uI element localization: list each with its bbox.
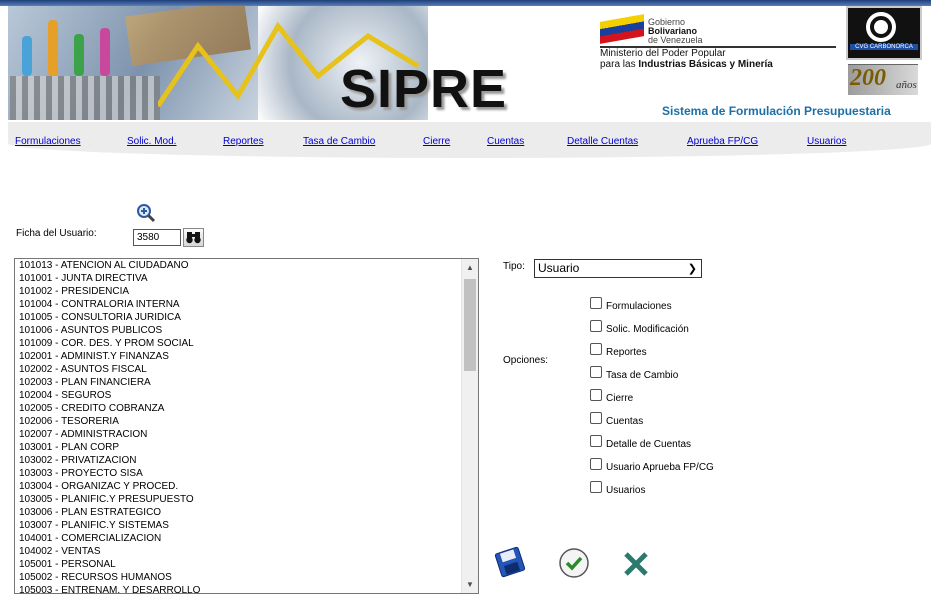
- binoculars-icon: [186, 232, 201, 244]
- list-item[interactable]: 102005 - CREDITO COBRANZA: [15, 402, 478, 415]
- option-checkbox[interactable]: [590, 389, 602, 401]
- zoom-in-icon[interactable]: [136, 203, 156, 223]
- nav-tasa-de-cambio[interactable]: Tasa de Cambio: [303, 136, 375, 147]
- list-item[interactable]: 105002 - RECURSOS HUMANOS: [15, 571, 478, 584]
- option-checkbox[interactable]: [590, 481, 602, 493]
- list-item[interactable]: 105003 - ENTRENAM. Y DESARROLLO: [15, 584, 478, 593]
- anniversary-logo: 200 años: [848, 64, 918, 95]
- list-item[interactable]: 103005 - PLANIFIC.Y PRESUPUESTO: [15, 493, 478, 506]
- list-item[interactable]: 101002 - PRESIDENCIA: [15, 285, 478, 298]
- scroll-up-icon[interactable]: ▲: [466, 263, 474, 272]
- option-checkbox[interactable]: [590, 412, 602, 424]
- app-logo-title: SIPRE: [340, 59, 508, 119]
- list-item[interactable]: 105001 - PERSONAL: [15, 558, 478, 571]
- list-item[interactable]: 102002 - ASUNTOS FISCAL: [15, 363, 478, 376]
- list-item[interactable]: 103003 - PROYECTO SISA: [15, 467, 478, 480]
- coins-image: [10, 76, 160, 120]
- chevron-down-icon: ❯: [687, 263, 697, 275]
- nav-usuarios[interactable]: Usuarios: [807, 136, 846, 147]
- option-label: Solic. Modificación: [606, 324, 689, 335]
- list-item[interactable]: 103006 - PLAN ESTRATEGICO: [15, 506, 478, 519]
- option-label: Cuentas: [606, 416, 644, 427]
- ministry-line-1: Ministerio del Poder Popular: [600, 48, 726, 59]
- nav-cuentas[interactable]: Cuentas: [487, 136, 524, 147]
- nav-solic-mod[interactable]: Solic. Mod.: [127, 136, 176, 147]
- list-item[interactable]: 102001 - ADMINIST.Y FINANZAS: [15, 350, 478, 363]
- nav-formulaciones[interactable]: Formulaciones: [15, 136, 81, 147]
- nav-cierre[interactable]: Cierre: [423, 136, 450, 147]
- units-list: 101013 - ATENCION AL CIUDADANO 101001 - J…: [15, 259, 478, 593]
- option-label: Usuarios: [606, 485, 646, 496]
- anniversary-word: años: [896, 79, 917, 91]
- list-item[interactable]: 101005 - CONSULTORIA JURIDICA: [15, 311, 478, 324]
- venezuela-flag-icon: [600, 14, 644, 44]
- option-checkbox[interactable]: [590, 366, 602, 378]
- cvg-logo-dot-icon: [874, 20, 888, 34]
- anniversary-number: 200: [850, 65, 886, 91]
- gov-line-3: de Venezuela: [648, 35, 703, 45]
- cvg-logo-text: CVG CARBONORCA: [850, 44, 918, 50]
- option-checkbox[interactable]: [590, 458, 602, 470]
- search-button[interactable]: [183, 228, 204, 247]
- option-label: Usuario Aprueba FP/CG: [606, 462, 714, 473]
- list-item[interactable]: 103001 - PLAN CORP: [15, 441, 478, 454]
- list-item[interactable]: 102006 - TESORERIA: [15, 415, 478, 428]
- chart-bar-image: [48, 20, 58, 76]
- ministry-line-2-bold: Industrias Básicas y Minería: [638, 59, 773, 70]
- nav-aprueba-fp-cg[interactable]: Aprueba FP/CG: [687, 136, 758, 147]
- option-checkbox[interactable]: [590, 343, 602, 355]
- nav-reportes[interactable]: Reportes: [223, 136, 264, 147]
- ministry-line-2-prefix: para las: [600, 59, 639, 70]
- tipo-selected-value: Usuario: [538, 261, 580, 275]
- ficha-label: Ficha del Usuario:: [16, 228, 97, 239]
- option-label: Formulaciones: [606, 301, 672, 312]
- list-item[interactable]: 103002 - PRIVATIZACION: [15, 454, 478, 467]
- option-label: Tasa de Cambio: [606, 370, 679, 381]
- list-item[interactable]: 104002 - VENTAS: [15, 545, 478, 558]
- chart-bar-image: [22, 36, 32, 76]
- floppy-disk-icon[interactable]: [494, 546, 526, 578]
- tipo-label: Tipo:: [503, 261, 525, 272]
- cancel-x-icon[interactable]: [620, 548, 652, 580]
- list-item[interactable]: 101004 - CONTRALORIA INTERNA: [15, 298, 478, 311]
- ficha-input[interactable]: 3580: [133, 229, 181, 246]
- header-banner: SIPRE Gobierno Bolivariano de Venezuela …: [8, 6, 931, 120]
- scroll-down-icon[interactable]: ▼: [466, 580, 474, 589]
- check-icon[interactable]: [558, 547, 590, 579]
- units-listbox[interactable]: 101013 - ATENCION AL CIUDADANO 101001 - J…: [14, 258, 479, 594]
- list-item[interactable]: 102003 - PLAN FINANCIERA: [15, 376, 478, 389]
- list-item[interactable]: 104001 - COMERCIALIZACION: [15, 532, 478, 545]
- list-item[interactable]: 101006 - ASUNTOS PUBLICOS: [15, 324, 478, 337]
- list-item[interactable]: 102004 - SEGUROS: [15, 389, 478, 402]
- option-label: Detalle de Cuentas: [606, 439, 692, 450]
- option-label: Cierre: [606, 393, 634, 404]
- nav-detalle-cuentas[interactable]: Detalle Cuentas: [567, 136, 638, 147]
- list-item[interactable]: 103004 - ORGANIZAC Y PROCED.: [15, 480, 478, 493]
- opciones-label: Opciones:: [503, 355, 549, 366]
- cvg-logo: CVG CARBONORCA: [846, 6, 922, 60]
- chart-bar-image: [74, 34, 84, 76]
- app-subtitle: Sistema de Formulación Presupuestaria: [662, 104, 891, 118]
- tipo-select[interactable]: Usuario ❯: [534, 259, 702, 278]
- list-item[interactable]: 102007 - ADMINISTRACION: [15, 428, 478, 441]
- listbox-scrollbar[interactable]: ▲ ▼: [461, 259, 478, 593]
- scrollbar-thumb[interactable]: [464, 279, 476, 371]
- list-item[interactable]: 103007 - PLANIFIC.Y SISTEMAS: [15, 519, 478, 532]
- option-checkbox[interactable]: [590, 320, 602, 332]
- option-checkbox[interactable]: [590, 297, 602, 309]
- government-name: Gobierno Bolivariano de Venezuela: [648, 18, 703, 45]
- ministry-name: Ministerio del Poder Popular para las In…: [600, 48, 773, 70]
- chart-bar-image: [100, 28, 110, 76]
- option-label: Reportes: [606, 347, 647, 358]
- option-checkbox[interactable]: [590, 435, 602, 447]
- government-logo: Gobierno Bolivariano de Venezuela Minist…: [600, 14, 840, 70]
- list-item[interactable]: 101013 - ATENCION AL CIUDADANO: [15, 259, 478, 272]
- list-item[interactable]: 101009 - COR. DES. Y PROM SOCIAL: [15, 337, 478, 350]
- list-item[interactable]: 101001 - JUNTA DIRECTIVA: [15, 272, 478, 285]
